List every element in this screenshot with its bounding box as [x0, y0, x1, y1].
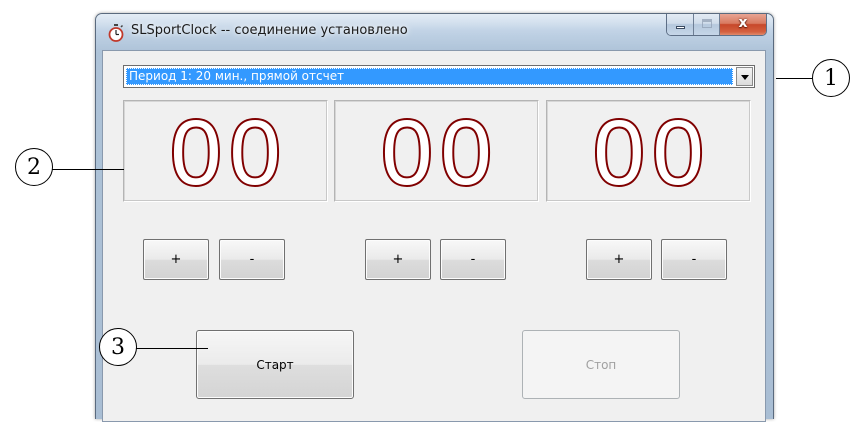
caption-buttons: x [666, 14, 767, 36]
client-area: Период 1: 20 мин., прямой отсчет 00 00 0… [102, 50, 766, 422]
callout-3: 3 [99, 328, 137, 366]
timer-digits: 00 [168, 102, 289, 204]
minus-button-2[interactable]: - [440, 239, 506, 280]
stop-button[interactable]: Стоп [522, 330, 680, 399]
window-title: SLSportClock -- соединение установлено [131, 23, 408, 38]
plus-button-3[interactable]: + [586, 239, 652, 280]
timer-panel-minutes: 00 [334, 100, 539, 202]
period-dropdown[interactable]: Период 1: 20 мин., прямой отсчет [123, 65, 755, 88]
callout-line-2 [52, 169, 124, 170]
plus-button-2[interactable]: + [365, 239, 431, 280]
close-button[interactable]: x [720, 14, 766, 35]
callout-line-1 [776, 78, 812, 79]
close-icon: x [738, 15, 748, 31]
app-window: SLSportClock -- соединение установлено x… [95, 13, 774, 422]
callout-line-3 [136, 348, 208, 349]
minimize-button[interactable] [667, 14, 694, 35]
timer-digits: 00 [591, 102, 712, 204]
plus-button-1[interactable]: + [143, 239, 209, 280]
callout-1: 1 [812, 59, 850, 97]
start-button[interactable]: Старт [196, 330, 354, 399]
callout-2: 2 [15, 148, 53, 186]
period-selected-value: Период 1: 20 мин., прямой отсчет [126, 68, 733, 85]
title-bar[interactable]: SLSportClock -- соединение установлено x [96, 14, 773, 50]
timer-digits: 00 [379, 102, 500, 204]
timer-panel-hours: 00 [123, 100, 328, 202]
chevron-down-icon[interactable] [736, 67, 753, 86]
minus-button-3[interactable]: - [661, 239, 727, 280]
minus-button-1[interactable]: - [219, 239, 285, 280]
maximize-button[interactable] [694, 14, 720, 35]
timer-panel-seconds: 00 [546, 100, 751, 202]
stopwatch-icon [108, 24, 124, 42]
